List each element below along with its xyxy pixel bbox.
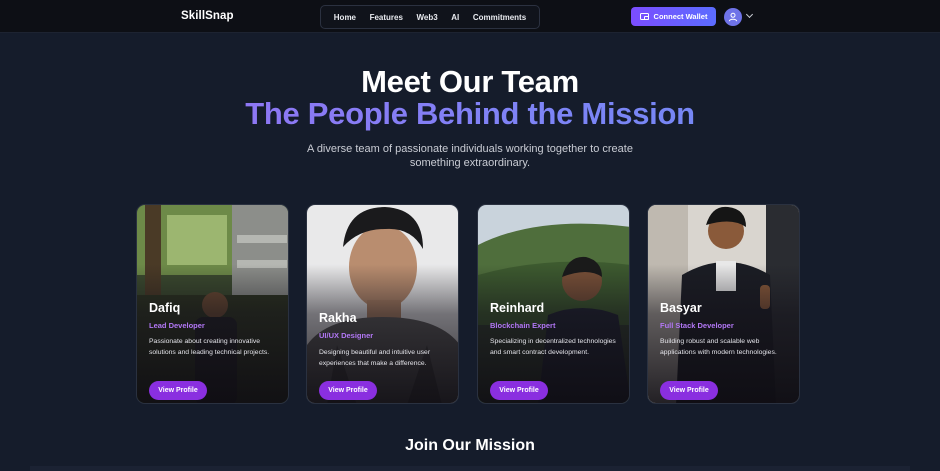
member-name: Reinhard (490, 301, 545, 315)
page-title: Meet Our Team (361, 64, 579, 99)
team-card-rakha: Rakha UI/UX Designer Designing beautiful… (306, 204, 459, 404)
user-icon (728, 12, 738, 22)
member-description: Designing beautiful and intuitive user e… (319, 349, 431, 367)
member-name: Dafiq (149, 301, 181, 315)
main-nav: Home Features Web3 AI Commitments (320, 5, 540, 29)
member-description: Specializing in decentralized technologi… (490, 338, 616, 356)
member-role: Blockchain Expert (490, 321, 556, 330)
member-name: Rakha (319, 311, 357, 325)
nav-web3[interactable]: Web3 (417, 13, 438, 22)
wallet-icon (639, 13, 649, 20)
page-description: A diverse team of passionate individuals… (307, 143, 633, 169)
team-card-dafiq: Dafiq Lead Developer Passionate about cr… (136, 204, 289, 404)
nav-ai[interactable]: AI (451, 13, 459, 22)
user-avatar[interactable] (724, 8, 742, 26)
view-profile-button[interactable]: View Profile (490, 381, 548, 400)
member-role: Full Stack Developer (660, 321, 734, 330)
member-role: Lead Developer (149, 321, 205, 330)
page-subtitle: The People Behind the Mission (0, 96, 940, 132)
nav-features[interactable]: Features (370, 13, 403, 22)
brand-logo[interactable]: SkillSnap (181, 10, 234, 22)
view-profile-button[interactable]: View Profile (660, 381, 718, 400)
nav-commitments[interactable]: Commitments (473, 13, 526, 22)
member-name: Basyar (660, 301, 702, 315)
connect-wallet-button[interactable]: Connect Wallet (631, 7, 716, 26)
chevron-down-icon[interactable] (745, 10, 754, 19)
team-card-basyar: Basyar Full Stack Developer Building rob… (647, 204, 800, 404)
top-navbar: SkillSnap Home Features Web3 AI Commitme… (0, 0, 940, 33)
member-description: Building robust and scalable web applica… (660, 338, 777, 356)
join-section-title: Join Our Mission (405, 437, 535, 454)
section-divider (30, 466, 910, 471)
team-card-reinhard: Reinhard Blockchain Expert Specializing … (477, 204, 630, 404)
connect-wallet-label: Connect Wallet (653, 12, 708, 21)
nav-home[interactable]: Home (334, 13, 356, 22)
view-profile-button[interactable]: View Profile (319, 381, 377, 400)
member-description: Passionate about creating innovative sol… (149, 338, 270, 356)
member-role: UI/UX Designer (319, 331, 374, 340)
view-profile-button[interactable]: View Profile (149, 381, 207, 400)
